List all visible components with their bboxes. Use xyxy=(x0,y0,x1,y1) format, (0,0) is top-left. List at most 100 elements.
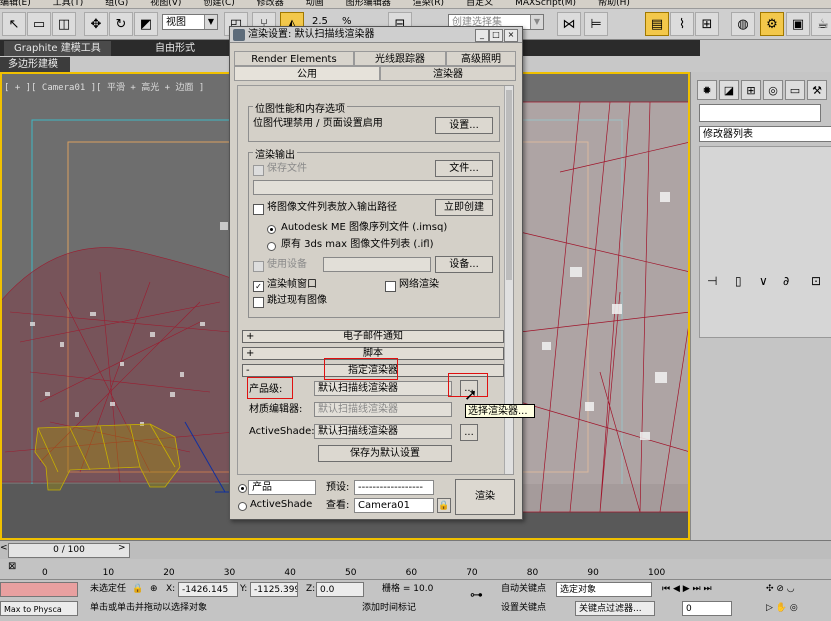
y-coord-field[interactable]: -1125.399 xyxy=(250,582,298,597)
menu-item[interactable]: 工具(T) xyxy=(53,0,84,8)
rotate-icon[interactable]: ↻ xyxy=(109,12,133,36)
scale-icon[interactable]: ◩ xyxy=(134,12,158,36)
rect-selection-icon[interactable]: ▭ xyxy=(27,12,51,36)
imsq-radio[interactable] xyxy=(267,225,276,234)
time-slider[interactable]: 0 / 100 xyxy=(8,543,130,558)
frame-window-checkbox[interactable]: ✓ xyxy=(253,281,264,292)
ifl-radio[interactable] xyxy=(267,242,276,251)
configure-sets-icon[interactable]: ⊡ xyxy=(811,274,821,288)
dialog-titlebar[interactable]: 渲染设置: 默认扫描线渲染器 _ □ × xyxy=(230,27,522,43)
tab-render-elements[interactable]: Render Elements xyxy=(234,51,354,66)
make-unique-icon[interactable]: ∨ xyxy=(759,274,768,288)
net-render-checkbox[interactable] xyxy=(385,281,396,292)
device-button[interactable]: 设备... xyxy=(435,256,493,273)
menu-item[interactable]: 帮助(H) xyxy=(598,0,630,8)
hierarchy-tab-icon[interactable]: ⊞ xyxy=(741,80,761,100)
x-coord-field[interactable]: -1426.145 xyxy=(178,582,238,597)
pin-stack-icon[interactable]: ⊣ xyxy=(707,274,717,288)
material-editor-icon[interactable]: ◍ xyxy=(731,12,755,36)
maxscript-mini-listener[interactable]: Max to Physca xyxy=(0,601,78,616)
product-mode-select[interactable]: 产品 xyxy=(248,480,316,495)
menu-item[interactable]: 组(G) xyxy=(105,0,128,8)
align-icon[interactable]: ⊨ xyxy=(584,12,608,36)
skip-existing-checkbox[interactable] xyxy=(253,297,264,308)
curve-editor-icon[interactable]: ⌇ xyxy=(670,12,694,36)
reference-coord-select[interactable]: 视图 ▼ xyxy=(162,14,218,30)
add-time-tag[interactable]: 添加时间标记 xyxy=(362,601,416,616)
timeline-prev-icon[interactable]: < xyxy=(0,543,8,553)
save-file-checkbox[interactable] xyxy=(253,165,264,176)
tab-freeform[interactable]: 自由形式 xyxy=(145,41,205,56)
put-image-list-checkbox[interactable] xyxy=(253,204,264,215)
menu-item[interactable]: 渲染(R) xyxy=(413,0,444,8)
lock-selection-icon[interactable]: 🔒 xyxy=(132,582,143,597)
scrollbar-thumb[interactable] xyxy=(506,90,512,280)
utilities-tab-icon[interactable]: ⚒ xyxy=(807,80,827,100)
preset-select[interactable]: ------------------ xyxy=(354,480,434,495)
modify-tab-icon[interactable]: ◪ xyxy=(719,80,739,100)
menu-item[interactable]: 编辑(E) xyxy=(0,0,31,8)
minimize-icon[interactable]: _ xyxy=(475,29,489,42)
save-as-default-button[interactable]: 保存为默认设置 xyxy=(318,445,452,462)
z-coord-field[interactable]: 0.0 xyxy=(316,582,364,597)
activeshade-mode-radio[interactable] xyxy=(238,502,247,511)
menu-item[interactable]: 创建(C) xyxy=(203,0,234,8)
modifier-stack[interactable] xyxy=(699,146,831,338)
tab-renderer[interactable]: 渲染器 xyxy=(380,66,516,81)
key-icon[interactable]: ⊶ xyxy=(470,588,483,603)
remove-modifier-icon[interactable]: ∂ xyxy=(783,274,789,288)
mirror-icon[interactable]: ⋈ xyxy=(557,12,581,36)
product-mode-radio[interactable] xyxy=(238,484,247,493)
use-device-checkbox[interactable] xyxy=(253,261,264,272)
render-setup-icon[interactable]: ⚙ xyxy=(760,12,784,36)
create-tab-icon[interactable]: ✹ xyxy=(697,80,717,100)
move-icon[interactable]: ✥ xyxy=(84,12,108,36)
set-key-label[interactable]: 设置关键点 xyxy=(501,601,546,616)
rollout-email[interactable]: + 电子邮件通知 xyxy=(242,330,504,343)
menu-item[interactable]: 自定义 xyxy=(466,0,493,8)
file-button[interactable]: 文件... xyxy=(435,160,493,177)
maximize-icon[interactable]: □ xyxy=(489,29,503,42)
maxscript-listener[interactable] xyxy=(0,582,78,597)
lock-view-icon[interactable]: 🔒 xyxy=(437,498,451,513)
tab-raytracer[interactable]: 光线跟踪器 xyxy=(354,51,446,66)
viewport-label[interactable]: [ + ][ Camera01 ][ 平滑 + 高光 + 边面 ] xyxy=(4,80,204,93)
tab-common[interactable]: 公用 xyxy=(234,66,380,81)
render-button[interactable]: 渲染 xyxy=(455,479,515,515)
key-filters-button[interactable]: 关键点过滤器... xyxy=(575,601,655,616)
key-mode-select[interactable]: 选定对象 xyxy=(556,582,652,597)
track-bar[interactable]: ⊠ 0 10 20 30 40 50 60 70 80 90 100 xyxy=(0,559,831,580)
schematic-view-icon[interactable]: ⊞ xyxy=(695,12,719,36)
view-select[interactable]: Camera01 xyxy=(354,498,434,513)
menu-item[interactable]: 动画 xyxy=(306,0,324,8)
timeline-next-icon[interactable]: > xyxy=(118,543,126,553)
select-object-icon[interactable]: ↖ xyxy=(2,12,26,36)
tab-graphite[interactable]: Graphite 建模工具 xyxy=(4,41,111,56)
menu-item[interactable]: 修改器 xyxy=(257,0,284,8)
tab-advanced-lighting[interactable]: 高级照明 xyxy=(446,51,516,66)
absolute-mode-icon[interactable]: ⊕ xyxy=(150,582,158,597)
window-crossing-icon[interactable]: ◫ xyxy=(52,12,76,36)
tab-polygon-modeling[interactable]: 多边形建模 xyxy=(0,57,70,72)
close-icon[interactable]: × xyxy=(504,29,518,42)
mini-curve-icon[interactable]: ⊠ xyxy=(8,561,16,572)
menu-item[interactable]: 视图(V) xyxy=(150,0,181,8)
activeshade-browse-button[interactable]: ... xyxy=(460,424,478,441)
motion-tab-icon[interactable]: ◎ xyxy=(763,80,783,100)
render-frame-icon[interactable]: ▣ xyxy=(786,12,810,36)
viewport-nav-icons[interactable]: ✣ ⊘ ◡ xyxy=(766,582,795,597)
object-name-field[interactable] xyxy=(699,104,821,122)
playback-controls[interactable]: ⏮ ◀ ▶ ⏭ ⏭ xyxy=(662,582,712,597)
show-end-result-icon[interactable]: ▯ xyxy=(735,274,742,288)
bitmap-setup-button[interactable]: 设置... xyxy=(435,117,493,134)
auto-key-label[interactable]: 自动关键点 xyxy=(501,582,546,597)
render-production-icon[interactable]: ☕ xyxy=(811,12,831,36)
create-now-button[interactable]: 立即创建 xyxy=(435,199,493,216)
layer-manager-icon[interactable]: ▤ xyxy=(645,12,669,36)
current-frame-field[interactable]: 0 xyxy=(682,601,732,616)
modifier-list-select[interactable]: 修改器列表 xyxy=(699,126,831,142)
menu-item[interactable]: 图形编辑器 xyxy=(346,0,391,8)
display-tab-icon[interactable]: ▭ xyxy=(785,80,805,100)
menu-item[interactable]: MAXScript(M) xyxy=(515,0,576,8)
viewport-nav-icons-2[interactable]: ▷ ✋ ◎ xyxy=(766,601,798,616)
